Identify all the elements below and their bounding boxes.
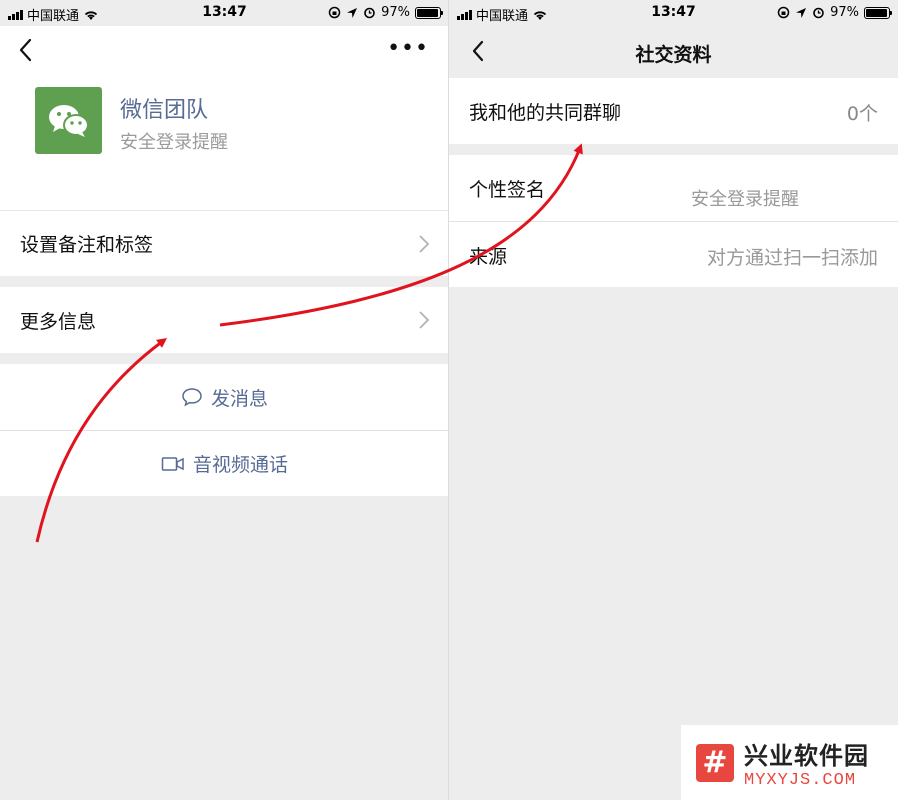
wechat-logo-icon (48, 104, 89, 137)
signature-value: 安全登录提醒 (691, 189, 799, 210)
avatar (35, 87, 102, 154)
page-title: 社交资料 (635, 44, 712, 66)
watermark-url: MYXYJS.COM (744, 770, 857, 790)
watermark-logo-icon: # (696, 743, 734, 782)
signature-row: 个性签名 安全登录提醒 (449, 155, 898, 221)
alarm-icon (813, 7, 824, 19)
row-label: 设置备注和标签 (20, 234, 154, 256)
more-options-button[interactable]: ••• (387, 36, 429, 61)
contact-profile-screen: 中国联通 13:47 97% ••• 微信团队 安全登录提醒 设置备注和标签 更… (0, 0, 449, 800)
more-info-row[interactable]: 更多信息 (0, 287, 449, 353)
rotation-lock-icon (777, 6, 790, 19)
video-camera-icon (161, 456, 184, 471)
row-label: 更多信息 (20, 310, 97, 333)
common-groups-row[interactable]: 我和他的共同群聊 0个 (449, 78, 898, 144)
video-call-label: 音视频通话 (192, 454, 288, 476)
location-icon (347, 7, 358, 18)
watermark-title: 兴业软件园 (744, 741, 869, 770)
common-groups-count: 0个 (846, 103, 878, 125)
video-call-button[interactable]: 音视频通话 (0, 430, 449, 496)
site-watermark: # 兴业软件园 MYXYJS.COM (681, 725, 898, 800)
alarm-icon (364, 7, 375, 19)
common-groups-label: 我和他的共同群聊 (469, 102, 622, 124)
profile-header: ••• 微信团队 安全登录提醒 (0, 26, 449, 210)
source-label: 来源 (469, 246, 508, 268)
location-icon (796, 7, 807, 18)
contact-name: 微信团队 (120, 98, 209, 123)
nav-bar: 社交资料 (449, 26, 898, 78)
source-value: 对方通过扫一扫添加 (706, 247, 878, 269)
rotation-lock-icon (328, 6, 341, 19)
status-bar: 中国联通 13:47 97% (449, 0, 898, 26)
chevron-right-icon (419, 235, 429, 253)
chat-bubble-icon (182, 388, 202, 407)
source-row: 来源 对方通过扫一扫添加 (449, 221, 898, 287)
contact-subtitle: 安全登录提醒 (120, 132, 228, 153)
set-remark-tags-row[interactable]: 设置备注和标签 (0, 210, 449, 276)
status-bar: 中国联通 13:47 97% (0, 0, 449, 26)
send-message-button[interactable]: 发消息 (0, 364, 449, 430)
signature-label: 个性签名 (469, 179, 546, 201)
battery-icon (415, 6, 443, 19)
social-profile-screen: 中国联通 13:47 97% 社交资料 我和他的共同群聊 0个 个性签名 安全登… (449, 0, 898, 800)
battery-percent: 97% (381, 5, 410, 20)
back-icon[interactable] (14, 30, 44, 70)
chevron-right-icon (419, 311, 429, 329)
battery-icon (864, 6, 892, 19)
battery-percent: 97% (830, 5, 859, 20)
send-message-label: 发消息 (210, 387, 268, 410)
